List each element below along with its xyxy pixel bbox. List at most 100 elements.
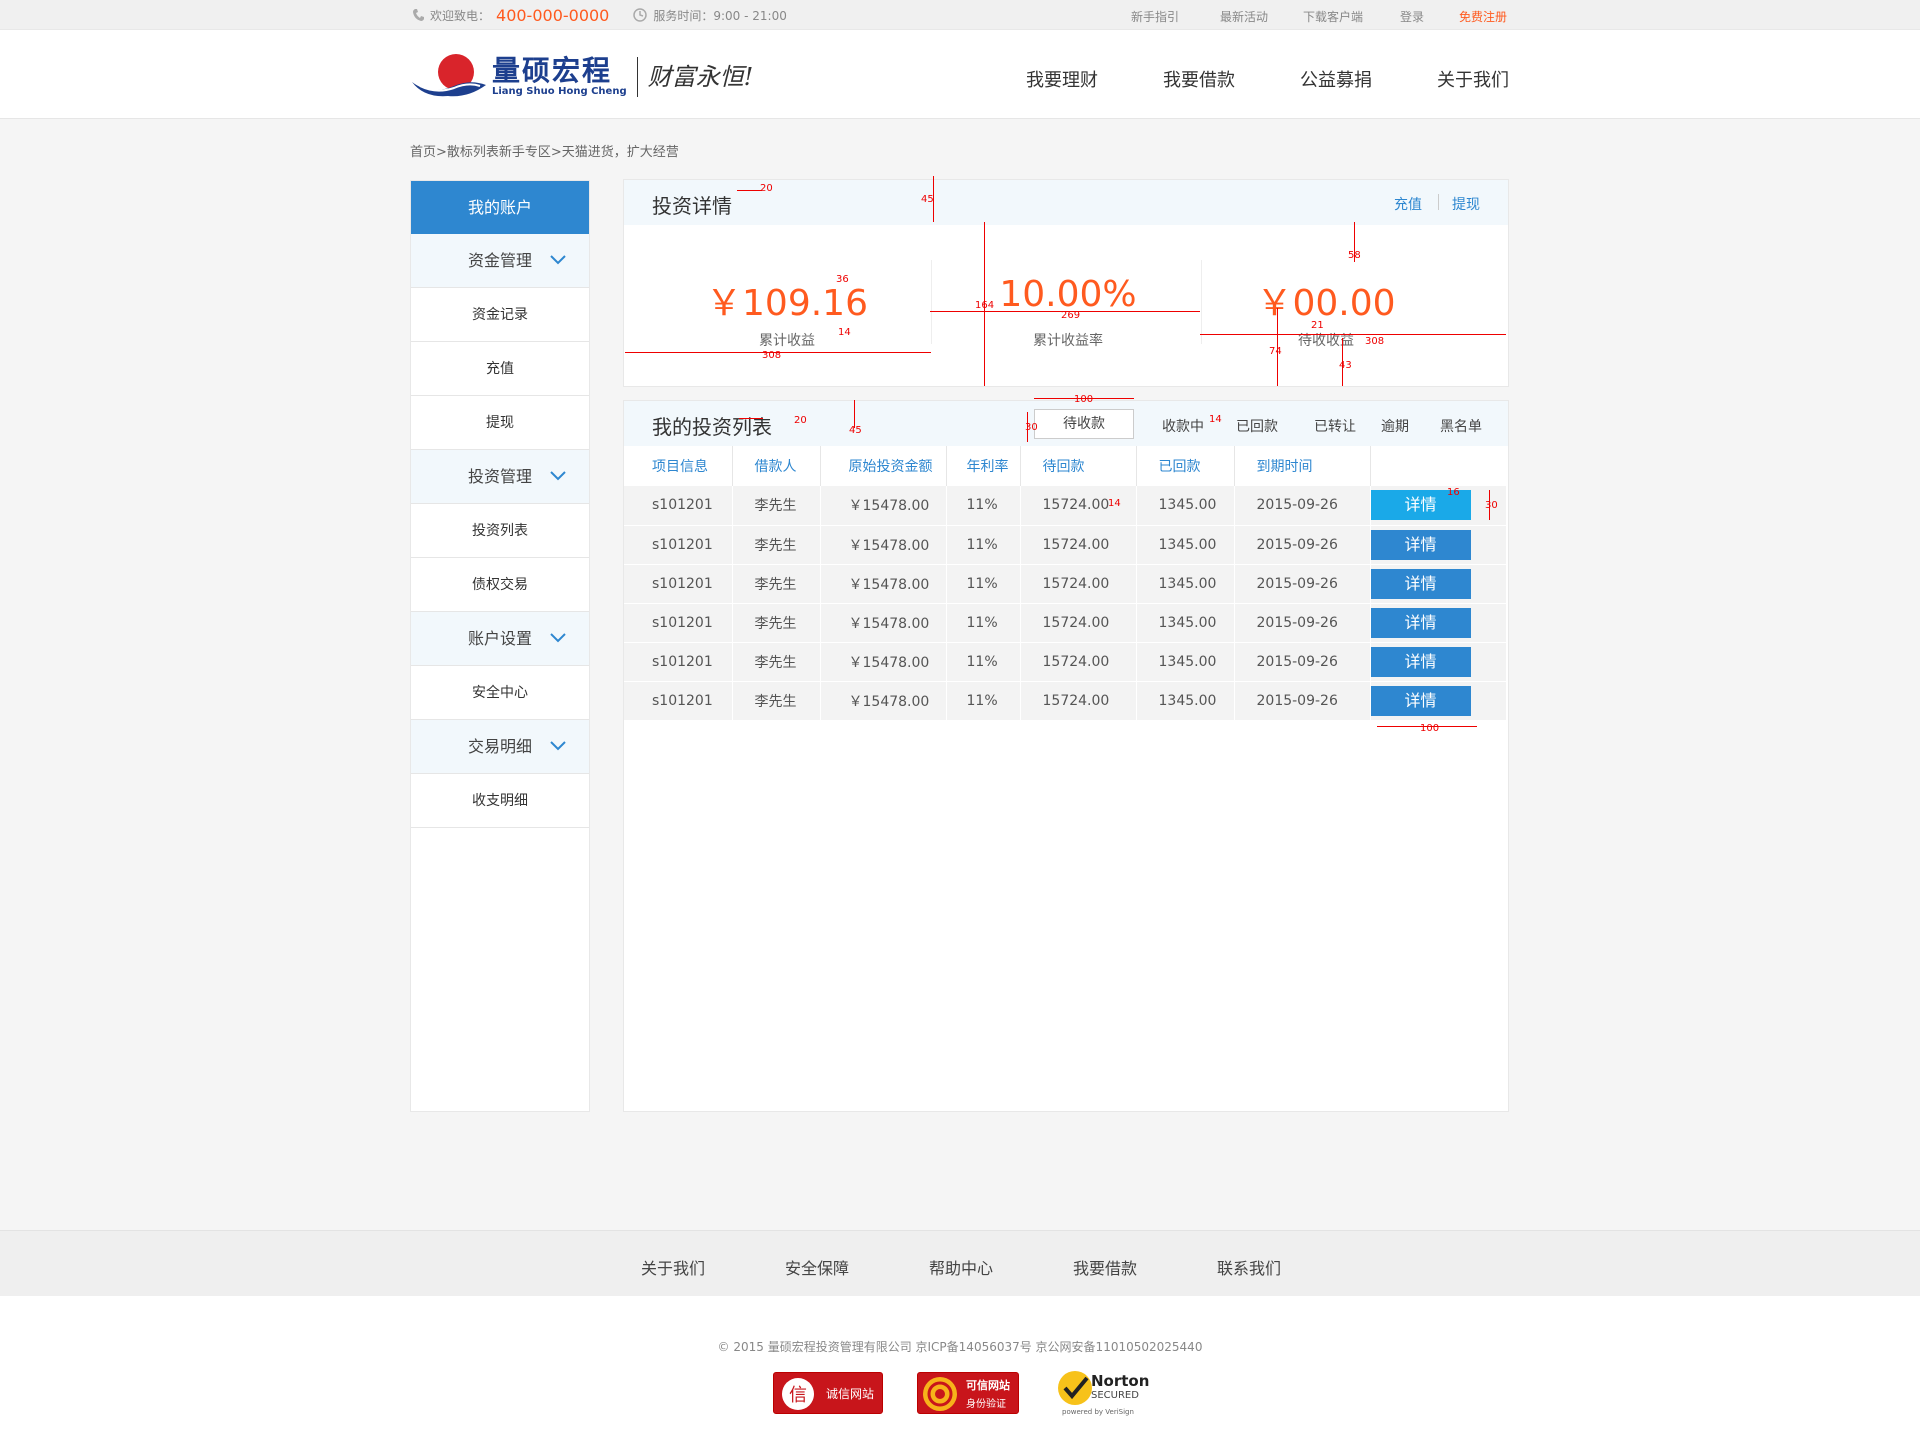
sidebar-item-withdraw[interactable]: 提现 xyxy=(411,396,589,450)
sidebar-group-funds[interactable]: 资金管理 xyxy=(411,234,589,288)
detail-button[interactable]: 详情 xyxy=(1370,685,1471,716)
dimension-label: 20 xyxy=(760,183,773,194)
sidebar-item-recharge[interactable]: 充值 xyxy=(411,342,589,396)
sidebar-group-label: 资金管理 xyxy=(467,251,532,270)
invest-list-header: 我的投资列表 待收款 收款中 已回款 已转让 逾期 黑名单 xyxy=(624,401,1508,446)
table-cell: 15724.00 xyxy=(1020,642,1137,682)
tab-blacklist[interactable]: 黑名单 xyxy=(1440,416,1482,436)
tab-pending[interactable]: 待收款 xyxy=(1034,409,1134,439)
detail-button[interactable]: 详情 xyxy=(1370,646,1471,677)
table-cell: 11% xyxy=(946,486,1021,526)
col-amount: 原始投资金额 xyxy=(820,446,947,486)
sidebar-item-debt-trade[interactable]: 债权交易 xyxy=(411,558,589,612)
chevron-down-icon xyxy=(550,255,566,265)
footer-link-help[interactable]: 帮助中心 xyxy=(929,1255,993,1279)
clock-icon xyxy=(633,8,648,22)
dimension-line xyxy=(1377,726,1477,727)
badge-integrity[interactable]: 信 诚信网站 xyxy=(773,1372,883,1414)
table-row: s101201 李先生 ￥15478.00 11% 15724.00 1345.00 201… xyxy=(624,642,1506,682)
copyright: © 2015 量硕宏程投资管理有限公司 京ICP备14056037号 京公网安备… xyxy=(717,1340,1203,1354)
svg-text:信: 信 xyxy=(789,1385,807,1406)
footer-link-about[interactable]: 关于我们 xyxy=(641,1255,705,1279)
invest-detail-panel: 投资详情 充值 提现 ￥109.16 累计收益 10.00% 累计收益率 ￥00… xyxy=(623,179,1509,387)
logo-slogan: 财富永恒! xyxy=(636,57,753,97)
nav-charity[interactable]: 公益募捐 xyxy=(1300,66,1372,92)
col-due-date: 到期时间 xyxy=(1234,446,1371,486)
badge-trusted[interactable]: 可信网站 身份验证 xyxy=(917,1372,1019,1414)
recharge-link[interactable]: 充值 xyxy=(1394,194,1422,214)
dimension-line xyxy=(1342,338,1343,386)
dimension-label: 14 xyxy=(838,327,851,338)
dimension-label: 100 xyxy=(1074,394,1094,405)
table-cell: 1345.00 xyxy=(1136,603,1235,643)
tab-returned[interactable]: 已回款 xyxy=(1236,416,1278,436)
nav-invest[interactable]: 我要理财 xyxy=(1026,66,1098,92)
footer-link-security[interactable]: 安全保障 xyxy=(785,1255,849,1279)
chevron-down-icon xyxy=(550,471,566,481)
phone-number: 400-000-0000 xyxy=(496,5,610,25)
dimension-line xyxy=(625,352,931,353)
link-latest-events[interactable]: 最新活动 xyxy=(1220,8,1268,25)
table-cell: 李先生 xyxy=(732,681,821,721)
tab-overdue[interactable]: 逾期 xyxy=(1381,416,1409,436)
chevron-down-icon xyxy=(550,741,566,751)
dimension-label: 21 xyxy=(1311,320,1324,331)
footer-nav: 关于我们 安全保障 帮助中心 我要借款 联系我们 xyxy=(0,1230,1920,1296)
sidebar-group-label: 投资管理 xyxy=(467,467,532,486)
table-cell: 李先生 xyxy=(732,525,821,565)
sidebar-item-invest-list[interactable]: 投资列表 xyxy=(411,504,589,558)
divider xyxy=(1438,194,1439,210)
table-cell: 2015-09-26 xyxy=(1234,642,1371,682)
detail-button[interactable]: 详情 xyxy=(1370,529,1471,560)
breadcrumb[interactable]: 首页>散标列表新手专区>天猫进货，扩大经营 xyxy=(410,141,679,160)
footer-link-borrow[interactable]: 我要借款 xyxy=(1073,1255,1137,1279)
link-register[interactable]: 免费注册 xyxy=(1459,8,1507,25)
sidebar-group-transactions[interactable]: 交易明细 xyxy=(411,720,589,774)
badge-norton[interactable]: Norton SECURED powered by VeriSign xyxy=(1053,1366,1153,1420)
stat-total-income-value: ￥109.16 xyxy=(706,283,868,324)
table-cell: 2015-09-26 xyxy=(1234,603,1371,643)
dimension-label: 308 xyxy=(1365,336,1385,347)
stat-pending-income-value: ￥00.00 xyxy=(1256,283,1396,324)
sidebar-item-income-expense[interactable]: 收支明细 xyxy=(411,774,589,828)
dimension-label: 14 xyxy=(1108,498,1121,509)
divider xyxy=(931,260,932,344)
detail-button[interactable]: 详情 xyxy=(1370,568,1471,599)
table-cell: 2015-09-26 xyxy=(1234,564,1371,604)
logo[interactable]: 量硕宏程 Liang Shuo Hong Cheng 财富永恒! xyxy=(410,52,753,102)
stat-pending-income-label: 待收收益 xyxy=(1298,333,1354,349)
dimension-line xyxy=(1200,334,1506,335)
dimension-label: 20 xyxy=(794,415,807,426)
phone-icon xyxy=(413,9,424,21)
sidebar-item-security[interactable]: 安全中心 xyxy=(411,666,589,720)
dimension-line xyxy=(854,400,855,428)
table-cell: 11% xyxy=(946,525,1021,565)
col-borrower: 借款人 xyxy=(732,446,821,486)
table-cell: 李先生 xyxy=(732,642,821,682)
dimension-line xyxy=(1277,308,1278,386)
sidebar-group-invest[interactable]: 投资管理 xyxy=(411,450,589,504)
nav-borrow[interactable]: 我要借款 xyxy=(1163,66,1235,92)
nav-about[interactable]: 关于我们 xyxy=(1437,66,1509,92)
sidebar-item-fund-records[interactable]: 资金记录 xyxy=(411,288,589,342)
tab-transferred[interactable]: 已转让 xyxy=(1314,416,1356,436)
link-newbie-guide[interactable]: 新手指引 xyxy=(1131,8,1179,25)
badge-norton-secured: SECURED xyxy=(1091,1390,1139,1401)
detail-button[interactable]: 详情 xyxy=(1370,607,1471,638)
invest-detail-title: 投资详情 xyxy=(652,194,732,218)
footer-bottom: © 2015 量硕宏程投资管理有限公司 京ICP备14056037号 京公网安备… xyxy=(0,1296,1920,1446)
table-cell: ￥15478.00 xyxy=(820,564,947,604)
badge-integrity-label: 诚信网站 xyxy=(826,1387,875,1401)
withdraw-link[interactable]: 提现 xyxy=(1452,194,1480,214)
sidebar-header[interactable]: 我的账户 xyxy=(411,181,589,234)
footer-link-contact[interactable]: 联系我们 xyxy=(1217,1255,1281,1279)
table-cell: 11% xyxy=(946,564,1021,604)
badge-trusted-label: 可信网站 xyxy=(966,1379,1010,1392)
norton-check-icon xyxy=(1058,1371,1092,1405)
link-login[interactable]: 登录 xyxy=(1400,8,1424,25)
link-download-client[interactable]: 下载客户端 xyxy=(1303,8,1363,25)
tab-collecting[interactable]: 收款中 xyxy=(1162,416,1204,436)
dimension-line xyxy=(1354,222,1355,262)
integrity-seal-icon: 信 xyxy=(782,1378,814,1410)
sidebar-group-account[interactable]: 账户设置 xyxy=(411,612,589,666)
